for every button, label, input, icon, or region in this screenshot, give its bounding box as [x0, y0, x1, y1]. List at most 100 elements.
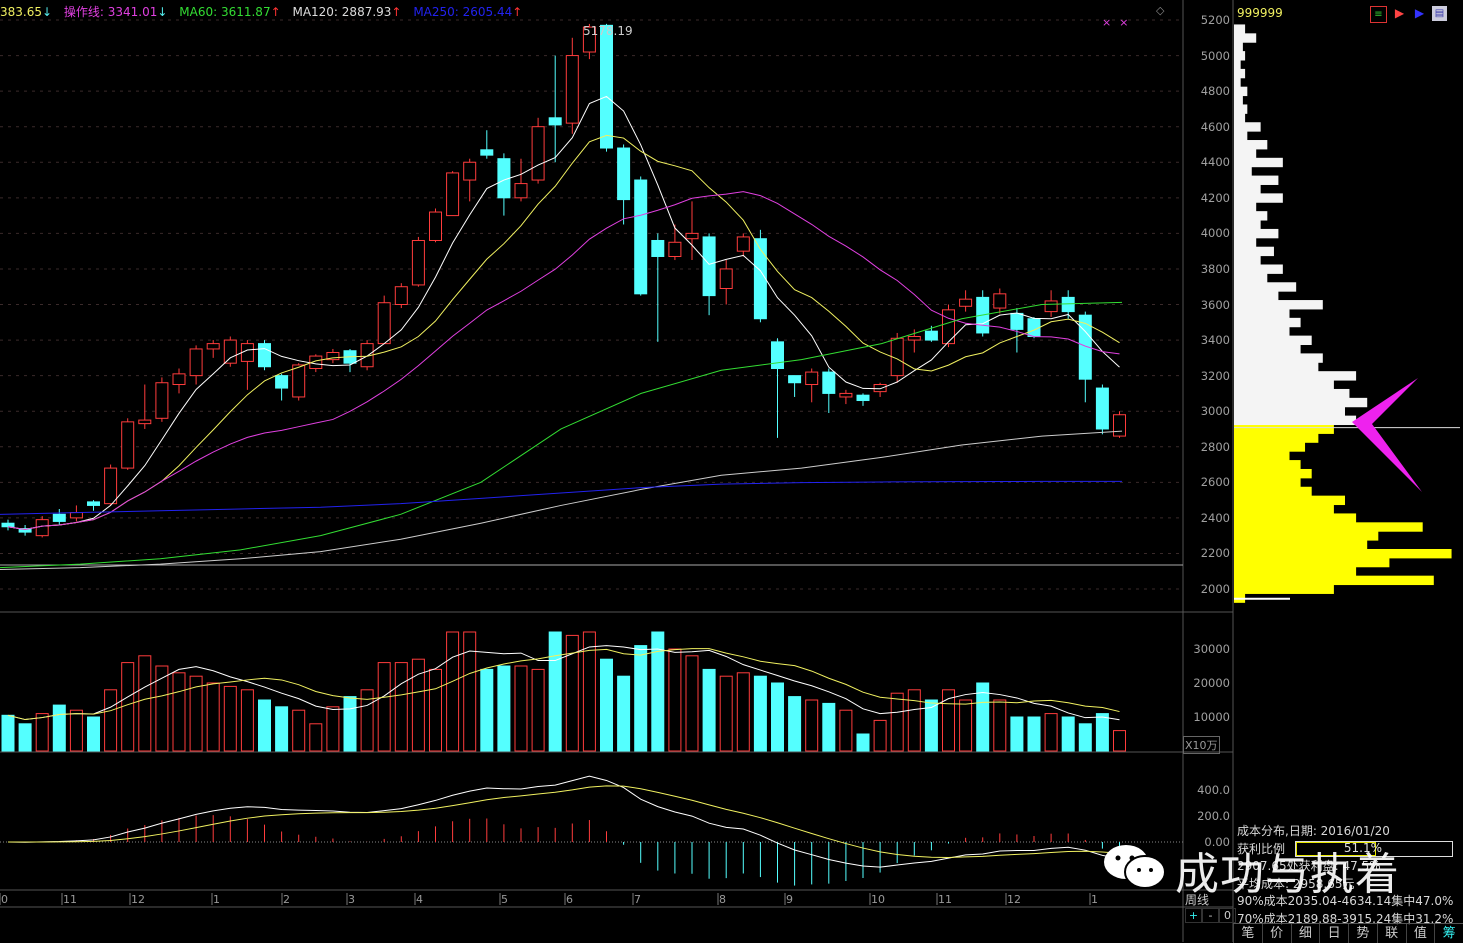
volume-bar	[1095, 713, 1109, 752]
time-tick: 11	[63, 893, 77, 906]
kline-chart[interactable]	[0, 0, 1463, 942]
zoom-reset-button[interactable]: 0	[1219, 908, 1236, 923]
chip-distribution-bar	[1234, 468, 1312, 479]
volume-bar	[35, 713, 49, 752]
chip-distribution-bar	[1234, 291, 1279, 301]
time-tick: 7	[634, 893, 641, 906]
chip-distribution-bar	[1234, 166, 1252, 177]
chip-bars-icon[interactable]: ≡	[1370, 6, 1387, 23]
volume-bar	[600, 658, 613, 752]
chip-distribution-bar	[1234, 584, 1334, 594]
candle-body	[822, 371, 836, 394]
volume-bar	[292, 709, 306, 752]
chip-distribution-bar	[1234, 273, 1268, 283]
time-tick: 2	[283, 893, 290, 906]
tab-trend[interactable]: 势	[1348, 924, 1377, 943]
chip-distribution-bar	[1234, 77, 1241, 88]
tab-bi[interactable]: 笔	[1233, 924, 1262, 943]
chip-distribution-bar	[1234, 415, 1357, 426]
chip-distribution-bar	[1234, 531, 1379, 541]
time-tick: 1	[1091, 893, 1098, 906]
price-tick: 5200	[1200, 13, 1230, 27]
candle-body	[1, 522, 15, 528]
candle-body	[548, 117, 562, 126]
volume-bar	[1, 714, 15, 752]
chip-distribution-bar	[1234, 388, 1350, 399]
candle-body	[1113, 414, 1126, 437]
ma250-line	[0, 480, 1123, 515]
price-tick: 3400	[1200, 333, 1230, 348]
volume-bar	[531, 668, 545, 752]
tab-price[interactable]: 价	[1261, 924, 1291, 943]
time-tick: 10	[871, 893, 885, 906]
chip-distribution-bar	[1234, 175, 1279, 185]
chip-distribution-bar	[1234, 264, 1283, 274]
tab-day[interactable]: 日	[1319, 924, 1348, 943]
price-tick: 2600	[1200, 475, 1230, 490]
volume-tick: 20000	[1193, 676, 1230, 690]
zoom-out-button[interactable]: -	[1202, 908, 1219, 923]
candle-body	[600, 24, 613, 149]
blue-arrow-icon[interactable]: ▶	[1412, 6, 1427, 21]
time-tick: 12	[131, 893, 145, 906]
chip-distribution-bar	[1234, 131, 1248, 141]
chip-distribution-bar	[1234, 33, 1257, 43]
candle-body	[377, 302, 391, 345]
price-tick: 4800	[1200, 84, 1230, 99]
chip-distribution-bar	[1234, 557, 1390, 568]
candle-body	[702, 236, 716, 297]
candle-body	[959, 298, 973, 307]
volume-bar	[805, 699, 819, 752]
time-tick: 4	[416, 893, 423, 906]
tab-detail[interactable]: 细	[1290, 924, 1320, 943]
zoom-in-button[interactable]: +	[1185, 908, 1202, 923]
price-tick: 2000	[1200, 582, 1230, 596]
chip-distribution-bar	[1234, 60, 1241, 70]
volume-bar	[1010, 716, 1024, 752]
volume-bar	[788, 696, 802, 752]
diamond-icon[interactable]: ◇	[1156, 4, 1164, 17]
tab-value[interactable]: 值	[1405, 924, 1435, 943]
candle-body	[753, 238, 767, 320]
red-arrow-icon[interactable]: ▶	[1392, 6, 1407, 21]
candle-body	[788, 375, 802, 384]
chip-distribution-bar	[1234, 326, 1290, 337]
volume-bar	[446, 631, 460, 752]
price-tick: 4000	[1200, 226, 1230, 241]
chip-distribution-bar	[1234, 122, 1261, 132]
volume-bar	[1044, 713, 1058, 752]
chip-distribution-bar	[1234, 575, 1434, 586]
info-card-icon[interactable]: ▤	[1432, 6, 1447, 21]
candle-body	[531, 126, 545, 181]
tab-link[interactable]: 联	[1376, 924, 1406, 943]
chip-distribution-bar	[1234, 68, 1246, 79]
chip-distribution-bar	[1234, 406, 1345, 417]
chip-distribution-bar	[1234, 104, 1248, 114]
chip-distribution-bar	[1234, 255, 1261, 265]
volume-unit-label: X10万	[1183, 736, 1220, 754]
volume-bar	[634, 645, 648, 752]
candle-body	[446, 172, 460, 217]
chip-distribution-bar	[1234, 424, 1334, 434]
candle-body	[634, 179, 648, 295]
time-tick: 3	[348, 893, 355, 906]
candle-body	[223, 339, 237, 364]
volume-bar	[343, 696, 357, 752]
candle-body	[736, 236, 750, 252]
candle-body	[942, 309, 955, 345]
price-tick: 4400	[1200, 155, 1230, 170]
volume-bar	[873, 719, 887, 752]
ma120-line	[0, 430, 1123, 570]
candle-body	[69, 512, 83, 519]
chip-distribution-bar	[1234, 193, 1283, 203]
candle-body	[839, 392, 853, 398]
tab-chips[interactable]: 筹	[1434, 924, 1463, 943]
volume-bar	[736, 672, 750, 752]
time-tick: 1	[213, 893, 220, 906]
candle-body	[1061, 296, 1075, 313]
high-price-label: 5178.19	[583, 24, 633, 38]
volume-bar	[240, 689, 254, 752]
dea-line	[7, 785, 1120, 858]
volume-bar	[548, 631, 562, 752]
chip-distribution-bar	[1234, 344, 1301, 354]
